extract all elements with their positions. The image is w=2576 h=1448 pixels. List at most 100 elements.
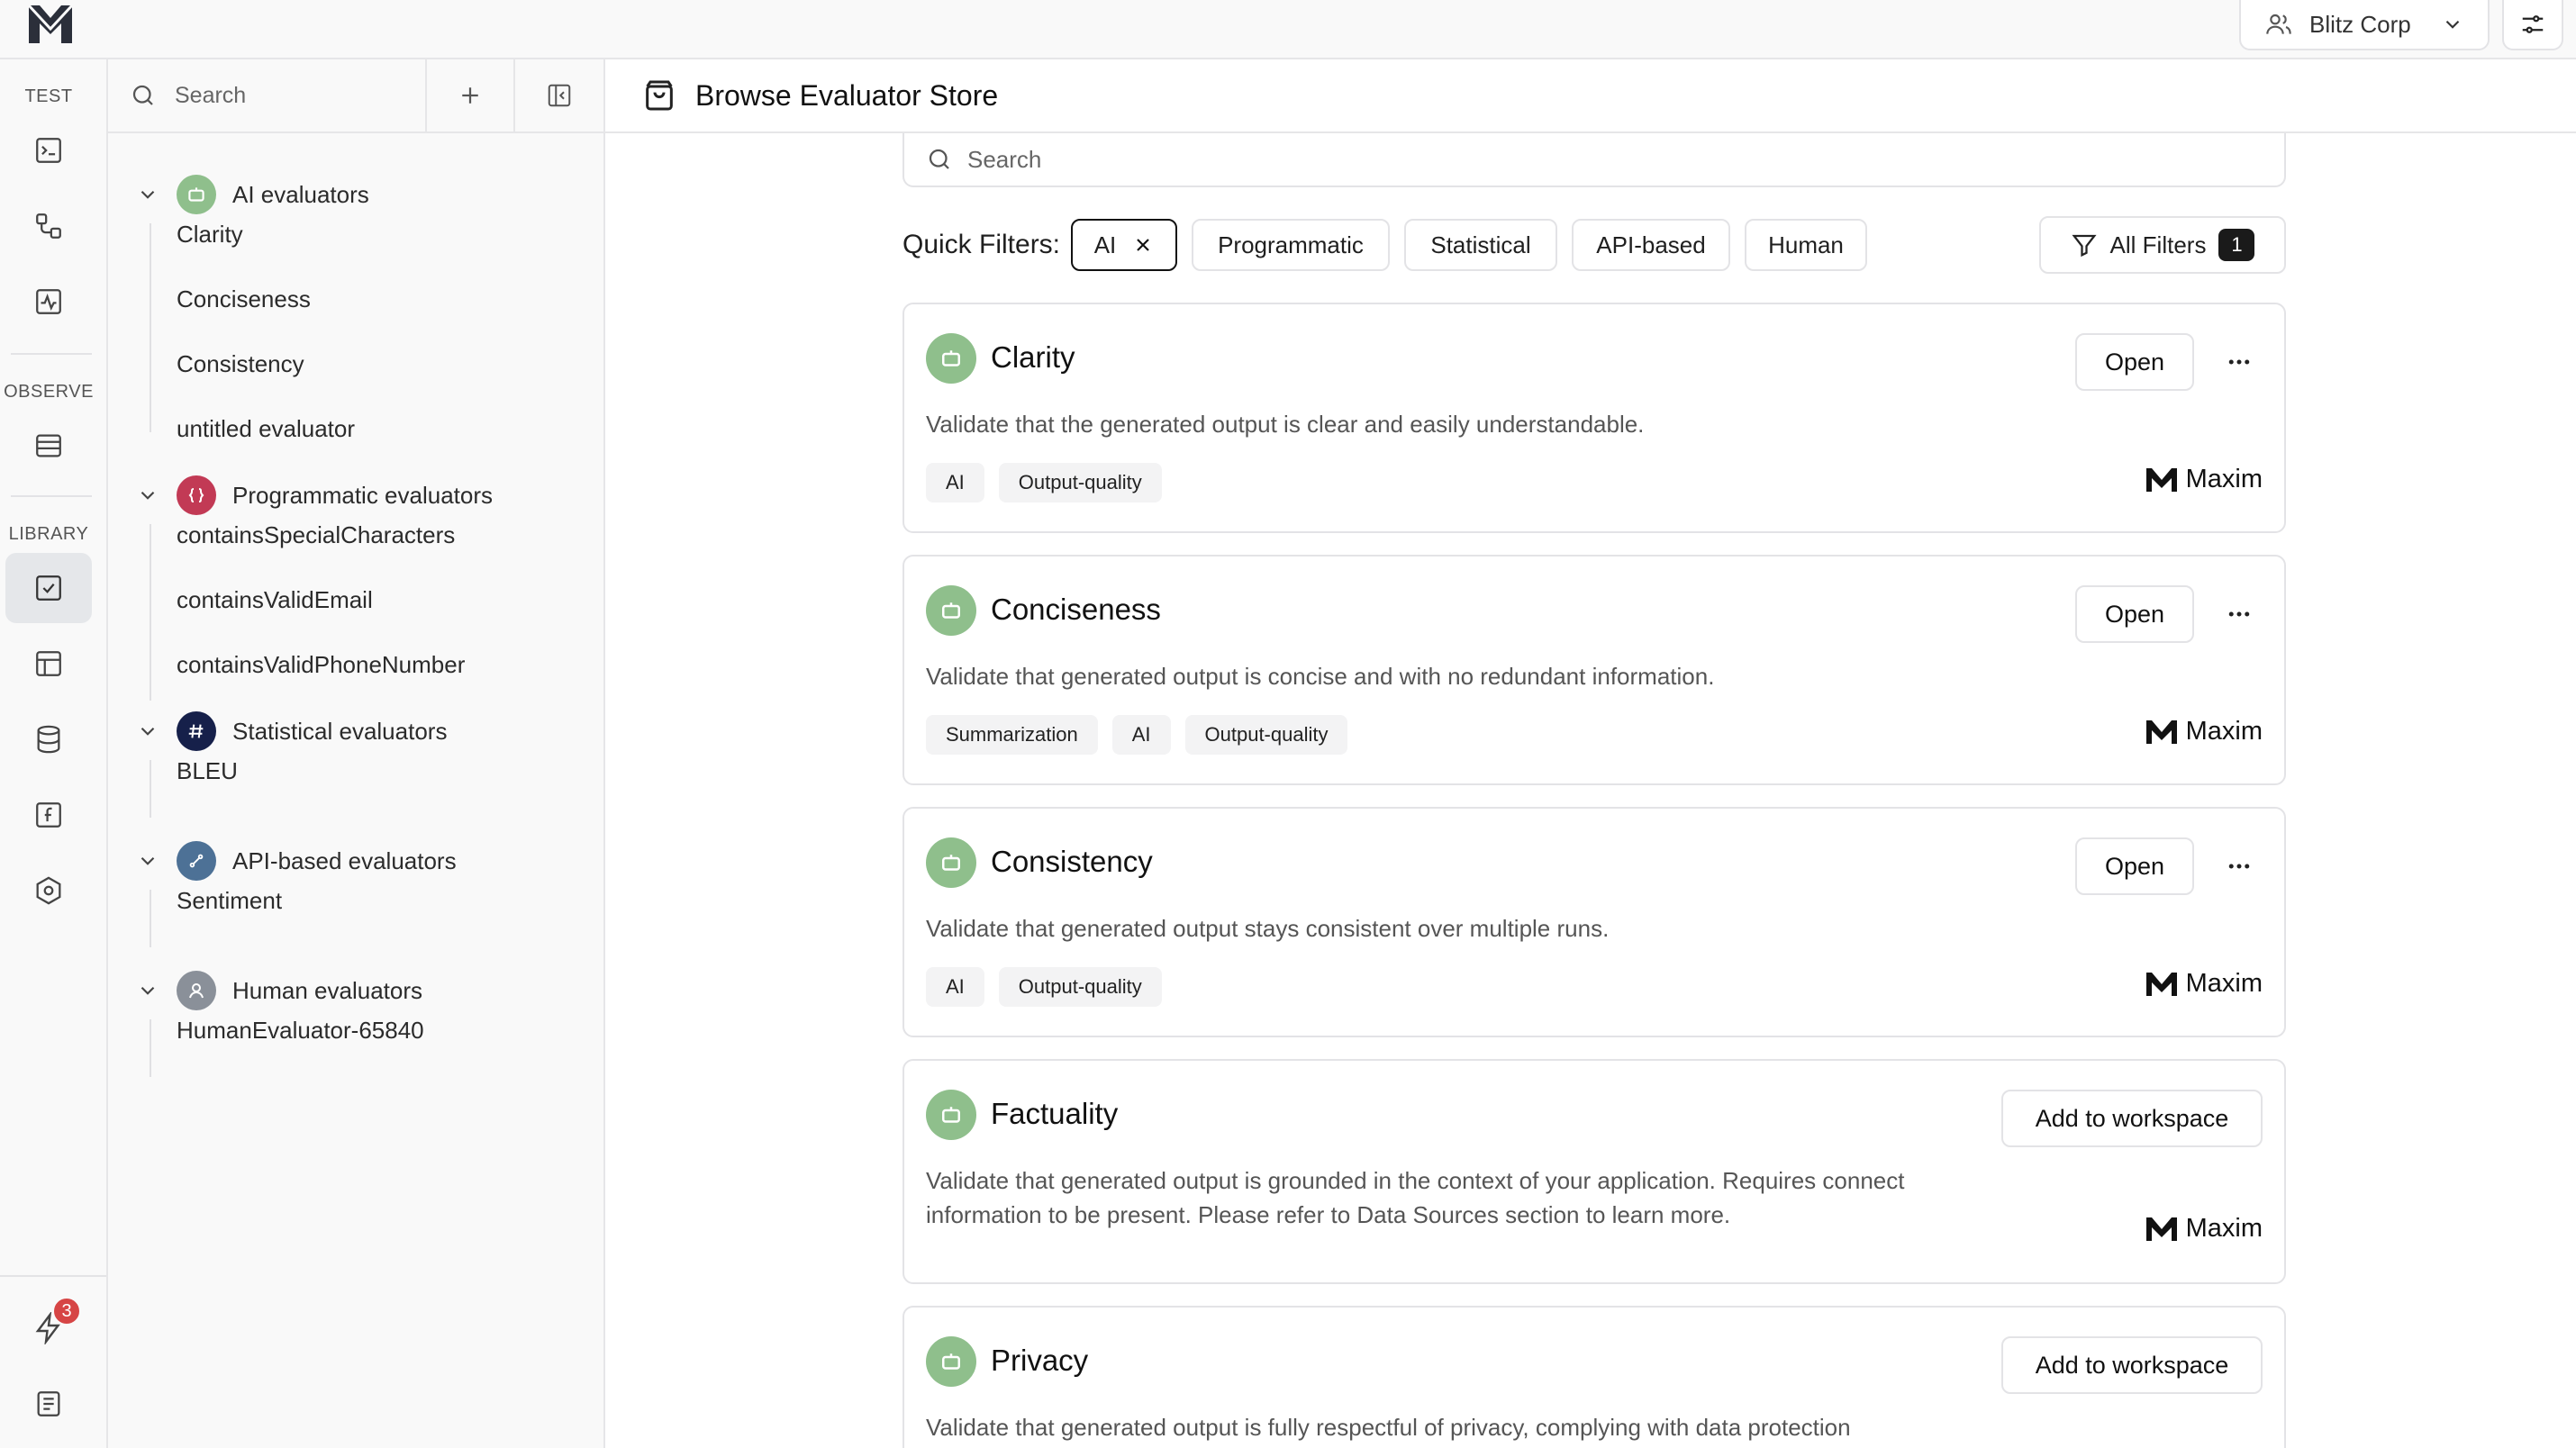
maxim-logo-icon (2145, 467, 2177, 492)
chevron-down-icon (135, 979, 160, 1002)
tree-group-label: AI evaluators (232, 180, 369, 208)
filter-chip-programmatic[interactable]: Programmatic (1192, 219, 1390, 271)
tree-guide-line (150, 524, 151, 701)
filter-chip-statistical[interactable]: Statistical (1404, 219, 1557, 271)
filter-chip-label: Human (1768, 231, 1844, 258)
maker-label: Maxim (2145, 1214, 2263, 1244)
rail-divider (11, 495, 92, 497)
tag: Output-quality (1184, 715, 1348, 755)
users-icon (2266, 14, 2291, 34)
sidebar-search-input[interactable]: Search (108, 59, 427, 131)
filter-chip-human[interactable]: Human (1745, 219, 1867, 271)
maker-label: Maxim (2145, 717, 2263, 747)
maxim-logo-icon (2145, 719, 2177, 744)
card-tags: Summarization AI Output-quality (926, 715, 1348, 755)
rail-integrations-button[interactable] (5, 855, 92, 926)
settings-button[interactable] (2502, 0, 2563, 50)
rail-divider (0, 1275, 106, 1277)
rail-prompts-button[interactable] (5, 115, 92, 186)
maker-label: Maxim (2145, 465, 2263, 494)
tag: Summarization (926, 715, 1098, 755)
card-title: Conciseness (991, 593, 1161, 626)
tree-item[interactable]: containsSpecialCharacters (177, 508, 455, 562)
evaluator-card-factuality[interactable]: Factuality Add to workspace Validate tha… (903, 1059, 2286, 1284)
function-icon (36, 802, 61, 828)
check-square-icon (36, 575, 61, 601)
store-search-input[interactable]: Search (903, 133, 2286, 187)
tree-item[interactable]: Consistency (177, 337, 304, 391)
more-options-button[interactable] (2216, 843, 2263, 890)
activity-icon (36, 289, 61, 314)
shopping-bag-icon (646, 80, 673, 111)
org-name: Blitz Corp (2309, 10, 2411, 38)
more-options-button[interactable] (2216, 339, 2263, 385)
tree-guide-line (150, 223, 151, 432)
maxim-logo-icon (2145, 972, 2177, 996)
filter-chip-api-based[interactable]: API-based (1572, 219, 1730, 271)
robot-icon (926, 1090, 976, 1140)
sidebar-collapse-icon (548, 84, 571, 107)
close-icon[interactable] (1132, 234, 1154, 256)
rail-evaluators-button[interactable] (5, 553, 92, 623)
collapse-sidebar-button[interactable] (515, 59, 603, 131)
tree-guide-line (150, 890, 151, 947)
open-button[interactable]: Open (2075, 333, 2194, 391)
chevron-down-icon (135, 719, 160, 743)
rail-datasets-button[interactable] (5, 629, 92, 699)
terminal-icon (36, 138, 61, 163)
card-description: Validate that generated output is fully … (926, 1414, 1851, 1441)
chevron-down-icon (135, 183, 160, 206)
all-filters-button[interactable]: All Filters 1 (2039, 216, 2286, 274)
open-button[interactable]: Open (2075, 585, 2194, 643)
tag: AI (1111, 715, 1171, 755)
open-button[interactable]: Open (2075, 837, 2194, 895)
robot-icon (926, 837, 976, 888)
evaluator-card-conciseness[interactable]: Conciseness Open Validate that generated… (903, 555, 2286, 785)
top-bar: Blitz Corp (0, 0, 2576, 59)
search-icon (929, 149, 949, 169)
tree-item[interactable]: HumanEvaluator-65840 (177, 1003, 424, 1057)
tree-guide-line (150, 1019, 151, 1077)
tree-item[interactable]: containsValidPhoneNumber (177, 638, 465, 692)
rail-section-library: LIBRARY (8, 524, 89, 544)
rail-section-observe: OBSERVE (4, 382, 94, 402)
tree-item[interactable]: untitled evaluator (177, 402, 355, 456)
rail-docs-button[interactable] (5, 1369, 92, 1439)
tree-item[interactable]: Clarity (177, 207, 243, 261)
more-options-button[interactable] (2216, 591, 2263, 638)
card-description: Validate that generated output is ground… (926, 1167, 1905, 1228)
add-evaluator-button[interactable] (427, 59, 515, 131)
rail-workflows-button[interactable] (5, 191, 92, 261)
card-description: Validate that generated output is concis… (926, 663, 1715, 690)
rail-logs-button[interactable] (5, 411, 92, 481)
rail-tools-button[interactable] (5, 780, 92, 850)
tree-group-label: Statistical evaluators (232, 717, 448, 745)
tree-item[interactable]: containsValidEmail (177, 573, 373, 627)
add-to-workspace-button[interactable]: Add to workspace (2001, 1336, 2263, 1394)
page-title: Browse Evaluator Store (695, 78, 999, 112)
tree-item[interactable]: Sentiment (177, 873, 282, 928)
quick-filters-label: Quick Filters: (903, 230, 1061, 259)
tag: Output-quality (998, 463, 1162, 502)
card-tags: AI Output-quality (926, 967, 1162, 1007)
add-to-workspace-button[interactable]: Add to workspace (2001, 1090, 2263, 1147)
card-title: Consistency (991, 845, 1153, 878)
maxim-logo[interactable] (25, 2, 76, 47)
filter-chip-ai[interactable]: AI (1071, 219, 1177, 271)
evaluator-card-clarity[interactable]: Clarity Open Validate that the generated… (903, 303, 2286, 533)
evaluator-card-consistency[interactable]: Consistency Open Validate that generated… (903, 807, 2286, 1037)
tag: Output-quality (998, 967, 1162, 1007)
tree-item[interactable]: BLEU (177, 744, 238, 798)
maker-name: Maxim (2185, 969, 2263, 998)
rail-test-runs-button[interactable] (5, 267, 92, 337)
evaluator-card-privacy[interactable]: Privacy Add to workspace Validate that g… (903, 1306, 2286, 1448)
org-selector[interactable]: Blitz Corp (2239, 0, 2490, 50)
plus-icon (462, 87, 478, 104)
filter-icon (2071, 234, 2097, 258)
tree-item[interactable]: Conciseness (177, 272, 311, 326)
card-description: Validate that generated output stays con… (926, 915, 1610, 942)
rail-context-sources-button[interactable] (5, 704, 92, 774)
tree-group-ai-evaluators[interactable]: AI evaluators (135, 167, 369, 222)
rail-notifications-button[interactable]: 3 (5, 1293, 92, 1363)
sidebar-search-placeholder: Search (175, 82, 247, 108)
